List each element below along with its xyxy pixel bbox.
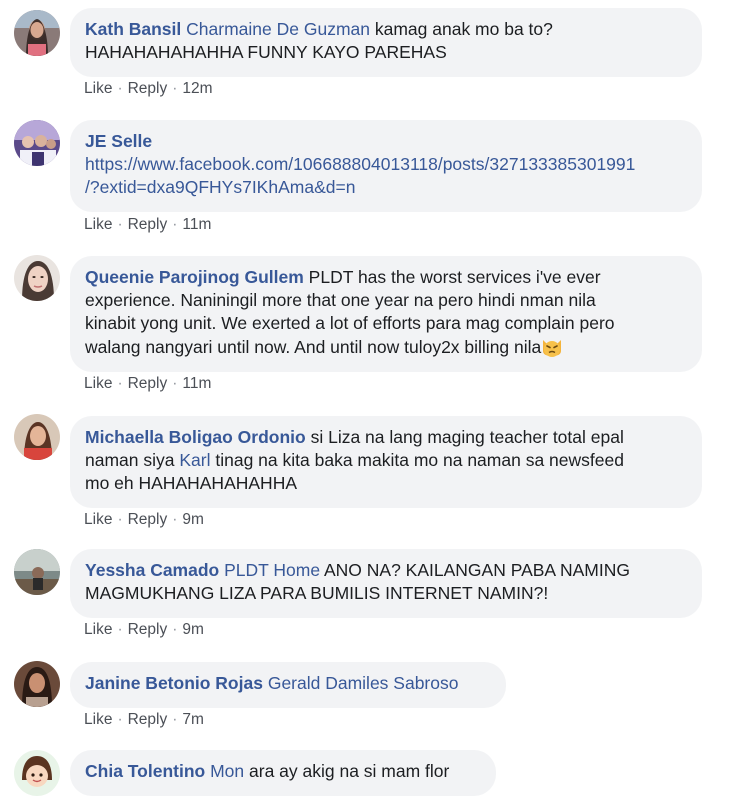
reply-link[interactable]: Reply <box>128 216 168 233</box>
avatar[interactable] <box>14 549 60 595</box>
comment-author[interactable]: JE Selle <box>85 131 152 151</box>
comment-text: naman siya <box>85 450 175 470</box>
comment-mention[interactable]: Gerald Damiles Sabroso <box>268 673 459 693</box>
like-link[interactable]: Like <box>84 375 112 392</box>
avatar-photo-icon <box>14 10 60 56</box>
comment-bubble: Yessha Camado PLDT Home ANO NA? KAILANGA… <box>70 549 702 618</box>
like-link[interactable]: Like <box>84 511 112 528</box>
comment-text: MAGMUKHANG LIZA PARA BUMILIS INTERNET NA… <box>85 583 549 603</box>
like-link[interactable]: Like <box>84 711 112 728</box>
comment-text: mo eh HAHAHAHAHAHHA <box>85 473 297 493</box>
separator: · <box>172 511 178 528</box>
comment-bubble: Chia Tolentino Mon ara ay akig na si mam… <box>70 750 496 796</box>
comment-actions: Like · Reply · 12m <box>84 80 213 98</box>
reply-link[interactable]: Reply <box>128 711 168 728</box>
separator: · <box>172 216 178 233</box>
avatar-photo-icon <box>14 414 60 460</box>
comment-text: HAHAHAHAHAHHA FUNNY KAYO PAREHAS <box>85 42 447 62</box>
comment-bubble: Janine Betonio Rojas Gerald Damiles Sabr… <box>70 662 506 708</box>
avatar-photo-icon <box>14 549 60 595</box>
separator: · <box>117 511 123 528</box>
comment-text: ANO NA? KAILANGAN PABA NAMING <box>323 560 630 580</box>
comment-mention[interactable]: Mon <box>210 761 244 781</box>
separator: · <box>172 80 178 97</box>
avatar-photo-icon <box>14 255 60 301</box>
comment-actions: Like · Reply · 9m <box>84 621 204 639</box>
avatar[interactable] <box>14 661 60 707</box>
separator: · <box>117 621 123 638</box>
comment-actions: Like · Reply · 11m <box>84 375 211 393</box>
comment-author[interactable]: Yessha Camado <box>85 560 219 580</box>
comment-bubble: Queenie Parojinog Gullem PLDT has the wo… <box>70 256 702 372</box>
comment-author[interactable]: Michaella Boligao Ordonio <box>85 427 306 447</box>
comment-mention[interactable]: Karl <box>179 450 210 470</box>
comment-text: experience. Naniningil more that one yea… <box>85 290 596 310</box>
comment-text: kamag anak mo ba to? <box>374 19 553 39</box>
comment-author[interactable]: Chia Tolentino <box>85 761 205 781</box>
like-link[interactable]: Like <box>84 216 112 233</box>
comment-bubble: JE Selle https://www.facebook.com/106688… <box>70 120 702 212</box>
timestamp[interactable]: 9m <box>182 621 204 638</box>
comment-text: tinag na kita baka makita mo na naman sa… <box>215 450 624 470</box>
comment-author[interactable]: Kath Bansil <box>85 19 181 39</box>
timestamp[interactable]: 7m <box>182 711 204 728</box>
comment-text: ara ay akig na si mam flor <box>249 761 450 781</box>
comment-thread: Kath Bansil Charmaine De Guzman kamag an… <box>0 0 750 796</box>
comment-author[interactable]: Janine Betonio Rojas <box>85 673 263 693</box>
separator: · <box>117 216 123 233</box>
timestamp[interactable]: 11m <box>182 216 211 233</box>
timestamp[interactable]: 12m <box>182 80 212 97</box>
comment-link[interactable]: https://www.facebook.com/106688804013118… <box>85 154 635 174</box>
separator: · <box>172 375 178 392</box>
comment-bubble: Michaella Boligao Ordonio si Liza na lan… <box>70 416 702 508</box>
reply-link[interactable]: Reply <box>128 511 168 528</box>
avatar-cartoon-icon <box>14 750 60 796</box>
comment-link[interactable]: /?extid=dxa9QFHYs7IKhAma&d=n <box>85 177 355 197</box>
avatar-photo-icon <box>14 120 60 166</box>
avatar-photo-icon <box>14 661 60 707</box>
reply-link[interactable]: Reply <box>128 375 168 392</box>
comment-mention[interactable]: PLDT Home <box>224 560 320 580</box>
comment-author[interactable]: Queenie Parojinog Gullem <box>85 267 304 287</box>
comment-bubble: Kath Bansil Charmaine De Guzman kamag an… <box>70 8 702 77</box>
separator: · <box>117 711 123 728</box>
pouting-cat-emoji-icon <box>543 340 562 357</box>
avatar[interactable] <box>14 255 60 301</box>
comment-text: PLDT has the worst services i've ever <box>308 267 601 287</box>
timestamp[interactable]: 11m <box>182 375 211 392</box>
reply-link[interactable]: Reply <box>128 80 168 97</box>
comment-actions: Like · Reply · 9m <box>84 511 204 529</box>
comment-text: kinabit yong unit. We exerted a lot of e… <box>85 313 615 333</box>
timestamp[interactable]: 9m <box>182 511 204 528</box>
avatar[interactable] <box>14 414 60 460</box>
separator: · <box>172 621 178 638</box>
comment-text: si Liza na lang maging teacher total epa… <box>310 427 624 447</box>
like-link[interactable]: Like <box>84 621 112 638</box>
comment-actions: Like · Reply · 7m <box>84 711 204 729</box>
comment-actions: Like · Reply · 11m <box>84 216 211 234</box>
separator: · <box>117 375 123 392</box>
comment-mention[interactable]: Charmaine De Guzman <box>186 19 370 39</box>
avatar[interactable] <box>14 120 60 166</box>
comment-text: walang nangyari until now. And until now… <box>85 337 542 357</box>
separator: · <box>172 711 178 728</box>
avatar[interactable] <box>14 10 60 56</box>
separator: · <box>117 80 123 97</box>
reply-link[interactable]: Reply <box>128 621 168 638</box>
like-link[interactable]: Like <box>84 80 112 97</box>
avatar[interactable] <box>14 750 60 796</box>
